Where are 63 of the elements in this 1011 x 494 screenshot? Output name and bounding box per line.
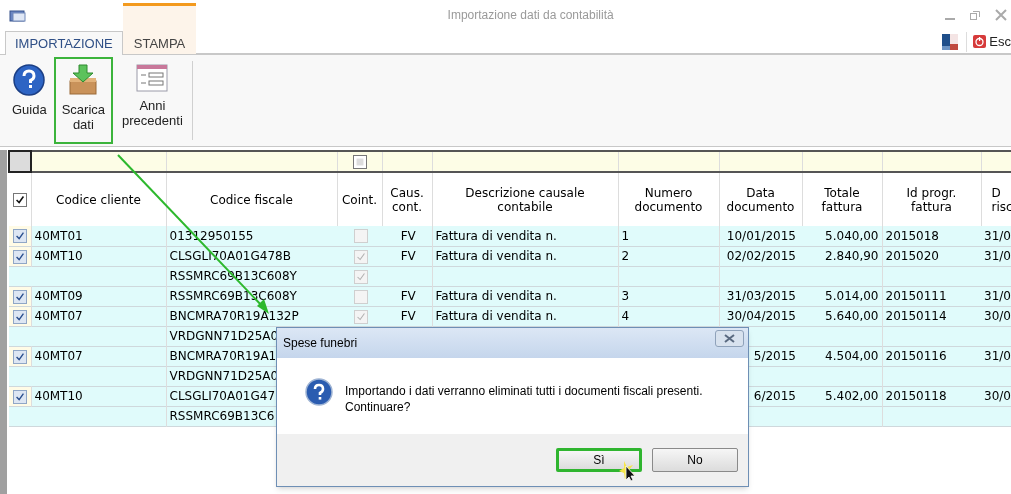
table-cell: 40MT10	[31, 246, 166, 266]
table-cell: 40MT01	[31, 226, 166, 246]
table-cell: 2015020	[882, 246, 981, 266]
table-cell: 5.014,00	[802, 286, 882, 306]
table-cell: 20150116	[882, 346, 981, 366]
table-cell: Fattura di vendita n.	[432, 286, 618, 306]
help-icon	[305, 378, 333, 406]
table-cell: 2.840,90	[802, 246, 882, 266]
tab[interactable]: STAMPA	[122, 3, 197, 54]
table-cell: 4.504,00	[802, 346, 882, 366]
table-cell: 5.040,00	[802, 226, 882, 246]
table-cell: 30/0	[981, 386, 1011, 406]
ribbon-button[interactable]: Anni precedenti	[117, 57, 188, 144]
table-cell: 1	[618, 226, 719, 246]
table-cell: FV	[382, 306, 432, 326]
table-cell: Fattura di vendita n.	[432, 306, 618, 326]
table-cell: 31/03/2015	[719, 286, 802, 306]
table-cell: 31/0	[981, 346, 1011, 366]
close-icon	[724, 334, 735, 343]
table-cell: 30/0	[981, 306, 1011, 326]
table-cell: 3	[618, 286, 719, 306]
table-cell: 40MT09	[31, 286, 166, 306]
flag-icon	[942, 33, 959, 50]
list-window-icon	[136, 64, 169, 92]
table-cell: 40MT07	[31, 346, 166, 366]
table-cell: 5.640,00	[802, 306, 882, 326]
table-cell: 20150111	[882, 286, 981, 306]
table-cell: 40MT10	[31, 386, 166, 406]
table-cell: 31/0	[981, 286, 1011, 306]
table-cell: 5.402,00	[802, 386, 882, 406]
window-title: Importazione dati da contabilità	[446, 7, 615, 24]
table-cell: Fattura di vendita n.	[432, 246, 618, 266]
close-button[interactable]	[715, 330, 744, 347]
table-cell: 20150114	[882, 306, 981, 326]
exit-button[interactable]: Esc	[973, 31, 1011, 52]
table-cell: 2	[618, 246, 719, 266]
restore-icon	[969, 9, 981, 21]
power-icon	[973, 35, 987, 48]
table-cell: 10/01/2015	[719, 226, 802, 246]
ribbon-button[interactable]: Scarica dati	[53, 57, 114, 144]
table-cell: 2015018	[882, 226, 981, 246]
table-cell: 40MT07	[31, 306, 166, 326]
table-cell: FV	[382, 286, 432, 306]
table-cell: FV	[382, 246, 432, 266]
table-cell: Fattura di vendita n.	[432, 226, 618, 246]
column-header[interactable]: D risc	[981, 172, 1011, 226]
table-cell: 02/02/2015	[719, 246, 802, 266]
app-icon	[9, 9, 27, 23]
ribbon-button[interactable]: Guida	[7, 57, 52, 144]
table-cell: 20150118	[882, 386, 981, 406]
download-box-icon	[67, 64, 100, 96]
table-cell: 30/04/2015	[719, 306, 802, 326]
minimize-icon	[945, 18, 955, 20]
tab[interactable]: IMPORTAZIONE	[5, 31, 123, 55]
table-cell: 4	[618, 306, 719, 326]
help-icon	[13, 64, 46, 96]
dialog-button[interactable]: Sì	[556, 448, 642, 472]
dialog-button[interactable]: No	[652, 448, 738, 472]
table-cell: FV	[382, 226, 432, 246]
close-icon	[995, 9, 1007, 21]
table-cell: 31/0	[981, 246, 1011, 266]
dialog-message: Importando i dati verranno eliminati tutti i documenti fiscali presenti. Continuare?	[345, 383, 703, 415]
table-cell: 31/0	[981, 226, 1011, 246]
